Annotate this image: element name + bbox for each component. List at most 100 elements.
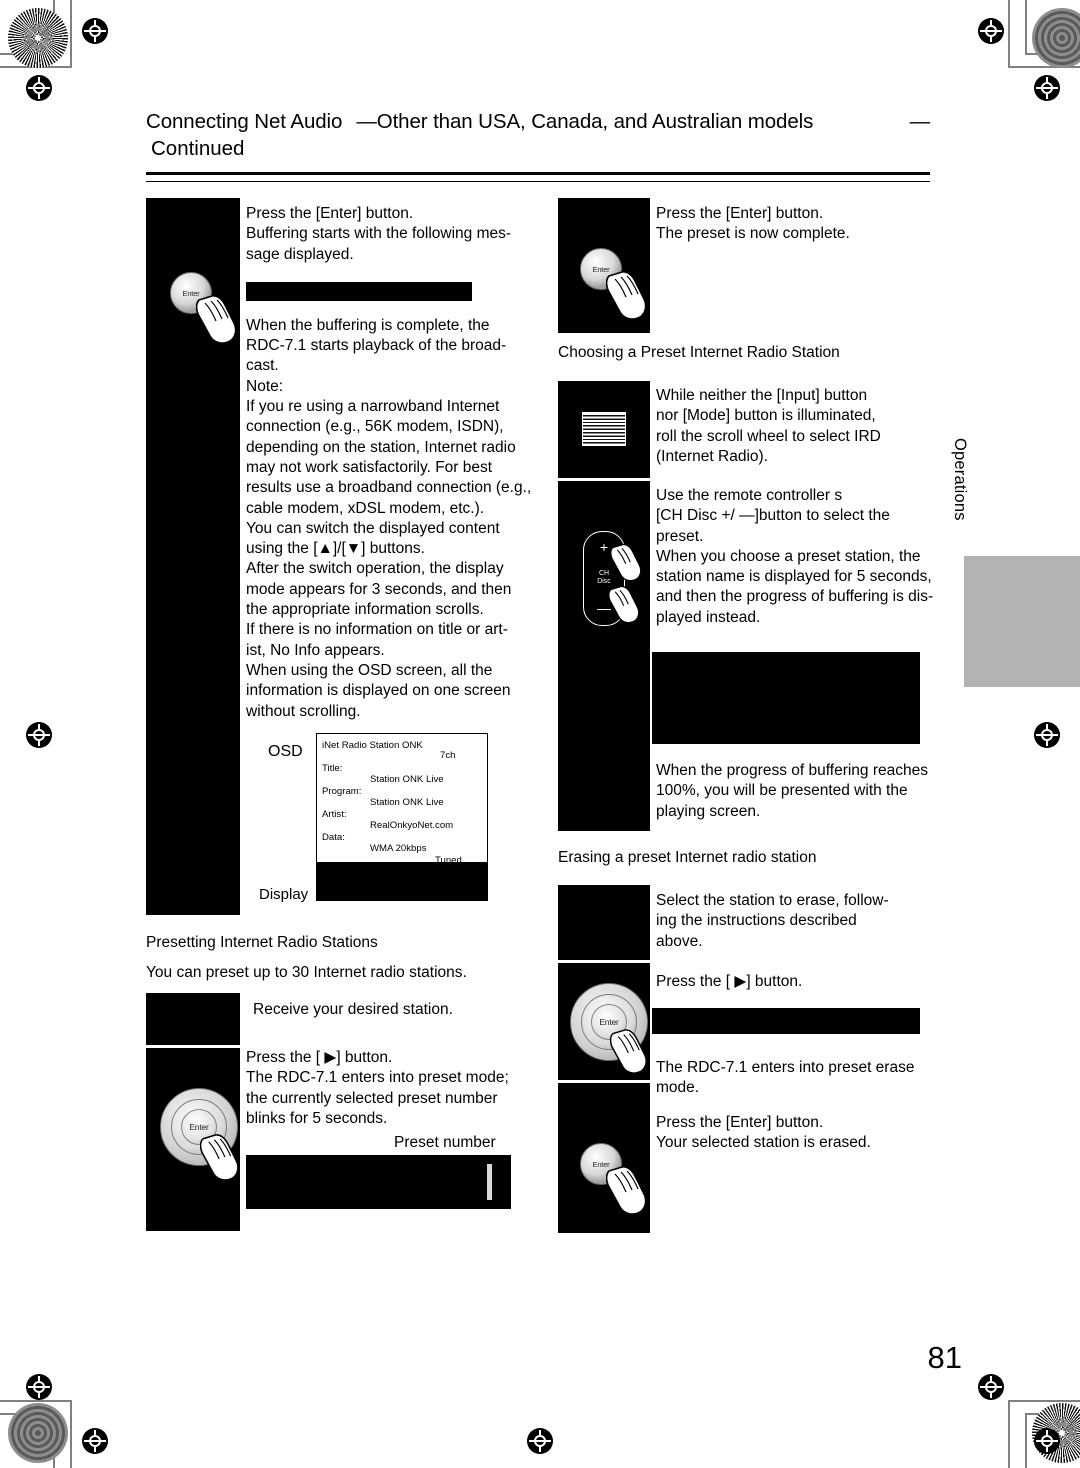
right-wheel-line0: While neither the [Input] button <box>656 387 868 404</box>
right-step-select-illustration <box>558 885 650 960</box>
right-chdisc-line2: preset. <box>656 527 704 545</box>
header-rule <box>146 172 930 182</box>
osd-row-value-2: RealOnkyoNet.com <box>370 820 454 831</box>
left-body-line-0: When the buffering is complete, the <box>246 316 490 334</box>
ring-target-top-right <box>1032 8 1080 68</box>
left-body-line-9: cable modem, xDSL modem, etc.). <box>246 499 485 517</box>
presetting-heading: Presetting Internet Radio Stations <box>146 934 378 951</box>
registration-mark-ml-a <box>26 722 52 748</box>
registration-mark-bottom-center <box>527 1428 553 1454</box>
left-illustration-strip: Enter <box>146 198 240 915</box>
crop-line-bottom-right-h2 <box>1008 1400 1080 1402</box>
osd-row-label-3: Data: <box>322 832 345 843</box>
right-step-wheel-illustration <box>558 381 650 478</box>
left-body-line-12: After the switch operation, the display <box>246 560 504 578</box>
registration-mark-br-b <box>1034 1428 1060 1454</box>
registration-mark-tr-a <box>978 18 1004 44</box>
presetting-step1-illustration <box>146 993 240 1045</box>
left-body-line-7: may not work satisfactorily. For best <box>246 458 493 476</box>
osd-row-value-3: WMA 20kbps <box>370 843 427 854</box>
preset-erase-mode-bar <box>652 1008 920 1034</box>
right-step-chdisc-illustration: + CH Disc — <box>558 481 650 831</box>
presetting-step1-line0: Receive your desired station. <box>253 1001 453 1018</box>
page-header: Connecting Net Audio —Other than USA, Can… <box>146 110 930 161</box>
registration-mark-bl-a <box>26 1374 52 1400</box>
left-body-line-11: using the [▲]/[▼] buttons. <box>246 540 425 558</box>
presetting-step2-text: Press the [ ▶] button. The RDC-7.1 enter… <box>246 1048 541 1129</box>
right-step-press-play-text: Press the [ ▶] button. <box>656 972 956 992</box>
presetting-step2-line1: The RDC-7.1 enters into preset mode; <box>246 1069 509 1087</box>
presetting-step1-text: Receive your desired station. <box>253 1000 543 1020</box>
right-buffering-line2: playing screen. <box>656 802 761 820</box>
right-wheel-line2: roll the scroll wheel to select IRD <box>656 427 881 445</box>
header-dash-right: — <box>909 110 931 133</box>
osd-screen: iNet Radio Station ONK 7ch Title: Statio… <box>316 733 488 866</box>
right-chdisc-line3: When you choose a preset station, the <box>656 547 921 565</box>
header-continued: Continued <box>151 137 245 160</box>
header-title-sub: Other than USA, Canada, and Australian m… <box>376 110 814 133</box>
page-number: 81 <box>927 1340 962 1375</box>
right-step-erase-mode-text: The RDC-7.1 enters into preset erase mod… <box>656 1058 956 1099</box>
osd-row-value-0: Station ONK Live <box>370 774 444 785</box>
osd-row-value-1: Station ONK Live <box>370 797 444 808</box>
right-chdisc-line5: and then the progress of buffering is di… <box>656 588 934 606</box>
preset-number-caption: Preset number <box>394 1134 496 1151</box>
display-panel-bar <box>316 863 488 901</box>
ch-disc-name-line2: Disc <box>597 578 611 585</box>
registration-mark-tl-a <box>82 18 108 44</box>
left-body-line-15: If there is no information on title or a… <box>246 621 508 639</box>
buffering-message-bar <box>246 281 472 301</box>
registration-mark-mr-a <box>1034 722 1060 748</box>
left-body-line-8: results use a broadband connection (e.g.… <box>246 479 532 497</box>
osd-row-label-1: Program: <box>322 786 362 797</box>
right-chdisc-line1: [CH Disc +/ —]button to select the <box>656 507 890 525</box>
right-erase-mode-line0: The RDC-7.1 enters into preset erase <box>656 1059 915 1076</box>
preset-number-display-bar <box>246 1155 511 1209</box>
right-step-select-text: Select the station to erase, follow- ing… <box>656 891 956 952</box>
right-step-enter-erase-illustration: Enter <box>558 1083 650 1233</box>
left-column-text: Press the [Enter] button. Buffering star… <box>246 204 538 722</box>
right-step-enter-erase-text: Press the [Enter] button. Your selected … <box>656 1113 956 1154</box>
left-step1-line1: Press the [Enter] button. <box>246 205 414 222</box>
right-step-chdisc-text: Use the remote controller s [CH Disc +/ … <box>656 486 958 628</box>
osd-channel: 7ch <box>440 750 456 761</box>
left-body-line-5: connection (e.g., 56K modem, ISDN), <box>246 418 504 436</box>
osd-row-label-0: Title: <box>322 763 343 774</box>
right-wheel-line1: nor [Mode] button is illuminated, <box>656 407 876 425</box>
osd-station-line: iNet Radio Station ONK <box>322 740 423 751</box>
choosing-heading: Choosing a Preset Internet Radio Station <box>558 344 840 361</box>
erasing-heading: Erasing a preset Internet radio station <box>558 849 817 866</box>
left-body-line-17: When using the OSD screen, all the <box>246 661 493 679</box>
buffering-progress-screen <box>652 652 920 744</box>
right-step-enter-illustration: Enter <box>558 198 650 333</box>
star-target-top-left <box>8 8 68 68</box>
left-body-line-16: ist, No Info appears. <box>246 641 385 659</box>
left-step1-line3: sage displayed. <box>246 245 354 263</box>
right-erase-mode-line1: mode. <box>656 1079 700 1097</box>
left-body-line-3: Note: <box>246 377 284 395</box>
registration-mark-tr-b <box>1034 75 1060 101</box>
right-step-wheel-text: While neither the [Input] button nor [Mo… <box>656 386 956 467</box>
left-body-line-6: depending on the station, Internet radio <box>246 438 516 456</box>
ring-target-bottom-left <box>8 1403 68 1463</box>
right-enter-erase-line1: Your selected station is erased. <box>656 1134 871 1152</box>
left-body-line-19: without scrolling. <box>246 702 361 720</box>
osd-row-label-2: Artist: <box>322 809 347 820</box>
registration-mark-tl-b <box>26 75 52 101</box>
display-label: Display <box>259 886 309 903</box>
right-buffering-line1: 100%, you will be presented with the <box>656 782 908 800</box>
presetting-intro: You can preset up to 30 Internet radio s… <box>146 964 467 981</box>
presetting-step2-illustration: Enter <box>146 1048 240 1231</box>
right-select-line1: ing the instructions described <box>656 912 857 930</box>
crop-line-bottom-left-h2 <box>0 1400 72 1402</box>
header-title-line: Connecting Net Audio —Other than USA, Can… <box>146 110 930 134</box>
crop-line-top-right-v2 <box>1008 0 1010 68</box>
osd-label: OSD <box>268 743 303 760</box>
registration-mark-br-a <box>978 1374 1004 1400</box>
right-press-play-line0: Press the [ ▶] button. <box>656 973 803 990</box>
right-chdisc-line6: played instead. <box>656 608 761 626</box>
right-buffering-line0: When the progress of buffering reaches <box>656 762 928 779</box>
right-chdisc-line0: Use the remote controller s <box>656 487 843 504</box>
side-tab-block <box>964 556 1080 687</box>
crop-line-bottom-left-v2 <box>70 1400 72 1468</box>
